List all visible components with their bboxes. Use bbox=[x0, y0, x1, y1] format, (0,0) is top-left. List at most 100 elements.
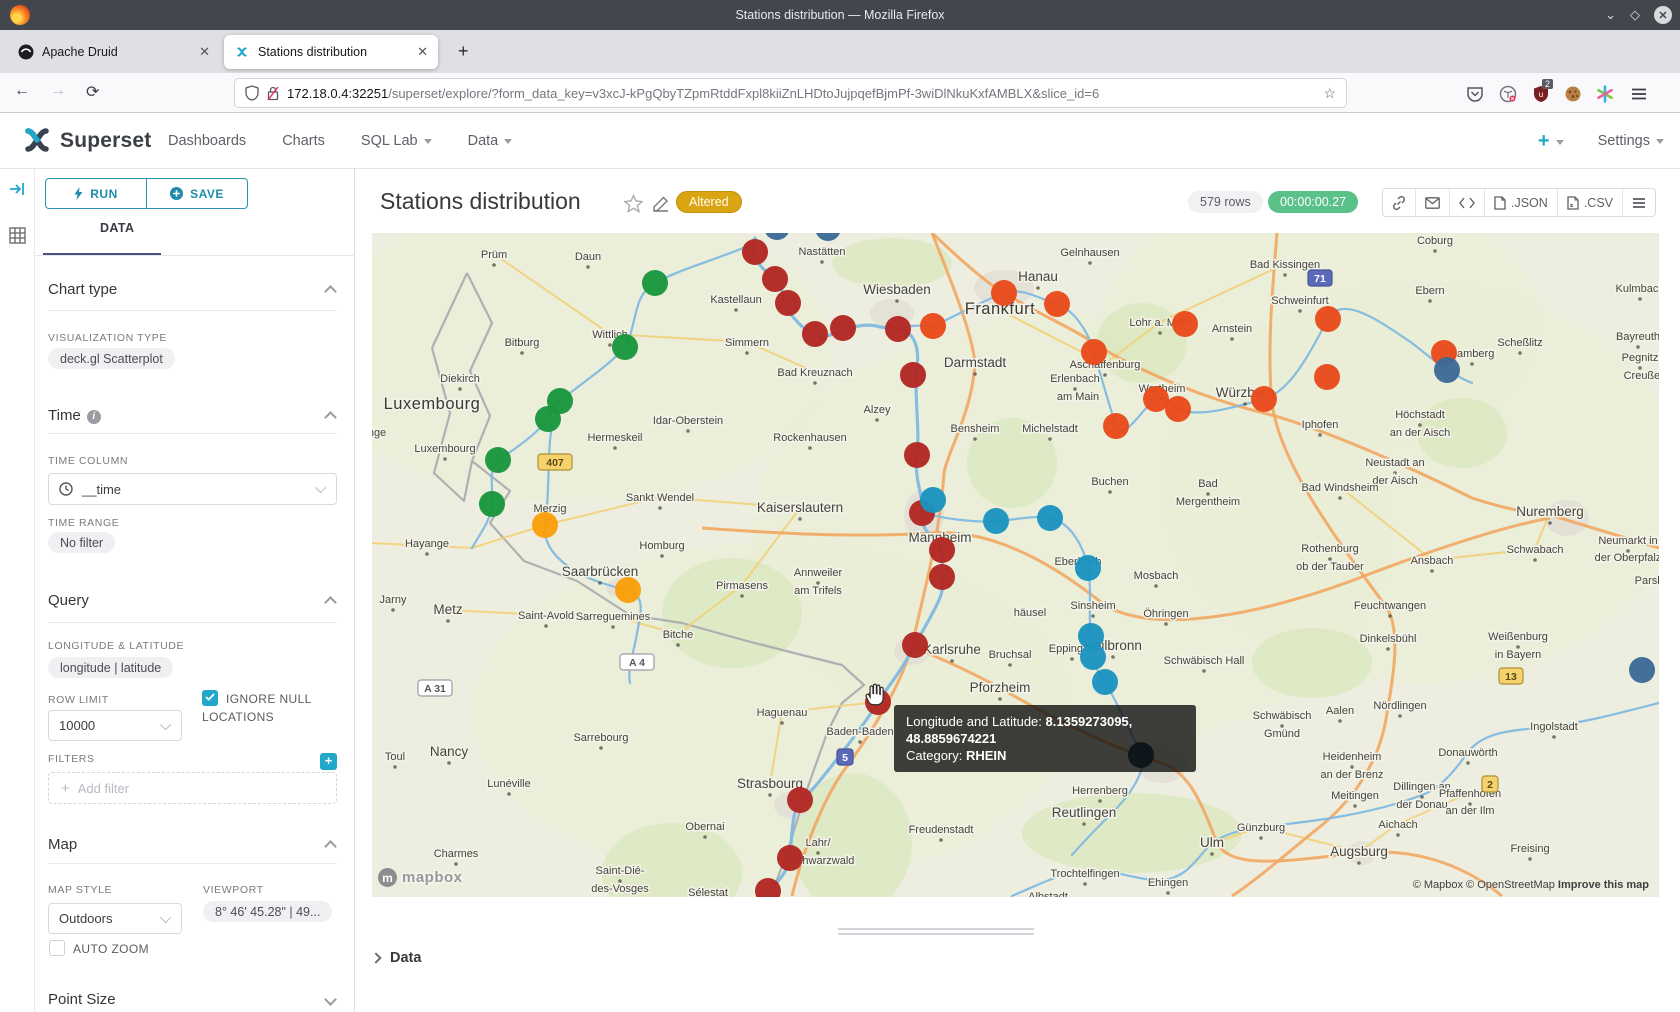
map-city-label: Pegnitz bbox=[1622, 352, 1659, 364]
map-city-label: Sélestat bbox=[688, 887, 728, 897]
cookie-icon[interactable] bbox=[1564, 85, 1582, 103]
auto-zoom-checkbox[interactable] bbox=[49, 940, 65, 956]
map-city-label: Donauwörth bbox=[1438, 747, 1497, 759]
map-point-neckar bbox=[1075, 555, 1101, 581]
viewport-value[interactable]: 8° 46' 45.28" | 49... bbox=[203, 901, 332, 922]
row-limit-select[interactable]: 10000 bbox=[48, 710, 182, 741]
map-point-rhein bbox=[900, 362, 926, 388]
window-minimize-icon[interactable]: ⌄ bbox=[1605, 7, 1616, 23]
tab-data[interactable]: DATA bbox=[100, 221, 134, 235]
section-map[interactable]: Map bbox=[48, 836, 77, 853]
superset-brand[interactable]: Superset bbox=[60, 129, 151, 153]
map-city-label: Bensheim bbox=[951, 423, 1000, 435]
containers-icon[interactable] bbox=[1499, 85, 1517, 103]
collapse-icon[interactable] bbox=[324, 411, 337, 424]
chevron-down-icon bbox=[504, 139, 512, 144]
forward-button[interactable]: → bbox=[50, 82, 66, 100]
favorite-star-icon[interactable] bbox=[624, 194, 643, 213]
window-maximize-icon[interactable]: ◇ bbox=[1630, 7, 1640, 23]
pocket-icon[interactable] bbox=[1466, 85, 1484, 103]
chart-menu-button[interactable] bbox=[1623, 189, 1655, 216]
map-city-label: Saint-Dié- bbox=[596, 865, 645, 877]
add-new-button[interactable]: + bbox=[1538, 130, 1564, 153]
collapse-icon[interactable] bbox=[324, 840, 337, 853]
tab-close-icon[interactable]: ✕ bbox=[403, 44, 428, 60]
map-city-label: Augsburg bbox=[1330, 844, 1388, 859]
mapbox-logo[interactable]: m mapbox bbox=[378, 868, 463, 887]
viz-type-value[interactable]: deck.gl Scatterplot bbox=[48, 348, 175, 369]
map-town-dot bbox=[950, 659, 954, 663]
new-tab-button[interactable]: + bbox=[458, 42, 469, 60]
dataset-grid-icon[interactable] bbox=[9, 227, 26, 244]
section-chart-type[interactable]: Chart type bbox=[48, 281, 117, 298]
map-point-mosel bbox=[535, 406, 561, 432]
nav-item-dashboards[interactable]: Dashboards bbox=[168, 133, 246, 149]
extension-star-icon[interactable] bbox=[1596, 85, 1614, 103]
tab-stations-distribution[interactable]: Stations distribution ✕ bbox=[224, 35, 438, 69]
nav-item-sql-lab[interactable]: SQL Lab bbox=[361, 133, 432, 149]
resize-handle[interactable] bbox=[838, 928, 1034, 938]
add-filter-box[interactable]: + Add filter bbox=[48, 772, 337, 804]
map-town-dot bbox=[1243, 402, 1247, 406]
map-point-rhein bbox=[929, 564, 955, 590]
altered-badge[interactable]: Altered bbox=[676, 191, 742, 213]
map-town-dot bbox=[1091, 614, 1095, 618]
save-button[interactable]: SAVE bbox=[146, 179, 247, 208]
window-title: Stations distribution — Mozilla Firefox bbox=[0, 8, 1680, 22]
collapse-icon[interactable] bbox=[324, 596, 337, 609]
map-point-mosel bbox=[485, 447, 511, 473]
export-toolbar: .JSON .CSV bbox=[1382, 188, 1656, 217]
export-csv-button[interactable]: .CSV bbox=[1558, 189, 1623, 216]
map-style-select[interactable]: Outdoors bbox=[48, 903, 182, 934]
map-city-label: Feuchtwangen bbox=[1354, 600, 1426, 612]
nav-item-data[interactable]: Data bbox=[468, 133, 513, 149]
ublock-icon[interactable]: u 2 bbox=[1532, 85, 1550, 103]
add-filter-plus-button[interactable]: + bbox=[320, 753, 337, 770]
map-point-donau bbox=[815, 233, 841, 241]
tab-close-icon[interactable]: ✕ bbox=[185, 44, 210, 60]
section-query[interactable]: Query bbox=[48, 592, 89, 609]
back-button[interactable]: ← bbox=[14, 82, 30, 100]
map-town-dot bbox=[599, 746, 603, 750]
copy-link-button[interactable] bbox=[1383, 189, 1416, 216]
map-town-dot bbox=[446, 619, 450, 623]
map-city-label: Parsberg bbox=[1635, 575, 1659, 587]
nav-item-charts[interactable]: Charts bbox=[282, 133, 325, 149]
section-time[interactable]: Timei bbox=[48, 407, 101, 424]
clock-icon bbox=[59, 482, 73, 496]
export-json-button[interactable]: .JSON bbox=[1485, 189, 1558, 216]
map-town-dot bbox=[1088, 261, 1092, 265]
tracking-shield-icon[interactable] bbox=[245, 85, 259, 101]
embed-code-button[interactable] bbox=[1450, 189, 1485, 216]
edit-pencil-icon[interactable] bbox=[653, 196, 669, 212]
map-attribution[interactable]: © Mapbox © OpenStreetMap Improve this ma… bbox=[1413, 879, 1649, 891]
lonlat-value[interactable]: longitude | latitude bbox=[48, 657, 173, 678]
envelope-icon bbox=[1425, 197, 1440, 209]
map-canvas[interactable]: PrümDaunNastättenKastellaunWiesbadenGeln… bbox=[372, 233, 1659, 897]
map-town-dot bbox=[660, 554, 664, 558]
expand-icon[interactable] bbox=[324, 993, 337, 1006]
insecure-lock-icon[interactable] bbox=[267, 86, 279, 101]
map-city-label: Haguenau bbox=[757, 707, 808, 719]
settings-menu[interactable]: Settings bbox=[1598, 133, 1664, 149]
url-bar[interactable]: 172.18.0.4:32251/superset/explore/?form_… bbox=[234, 78, 1347, 108]
reload-button[interactable]: ⟳ bbox=[86, 82, 99, 102]
run-button[interactable]: RUN bbox=[46, 179, 146, 208]
map-town-dot bbox=[1548, 521, 1552, 525]
tab-apache-druid[interactable]: Apache Druid ✕ bbox=[8, 35, 220, 69]
map-city-label: Baden-Baden bbox=[826, 726, 893, 738]
time-column-select[interactable]: __time bbox=[48, 473, 337, 505]
superset-navbar: Superset Dashboards Charts SQL Lab Data … bbox=[0, 113, 1680, 169]
plus-circle-icon bbox=[170, 187, 183, 200]
collapse-icon[interactable] bbox=[324, 285, 337, 298]
window-close-icon[interactable]: ✕ bbox=[1654, 6, 1672, 24]
ignore-null-checkbox[interactable] bbox=[202, 690, 218, 706]
section-point-size[interactable]: Point Size bbox=[48, 991, 116, 1008]
time-range-value[interactable]: No filter bbox=[48, 532, 115, 553]
email-button[interactable] bbox=[1416, 189, 1450, 216]
map-town-dot bbox=[858, 740, 862, 744]
data-results-collapse[interactable]: Data bbox=[372, 950, 421, 966]
expand-panel-icon[interactable] bbox=[9, 181, 25, 197]
bookmark-star-icon[interactable]: ☆ bbox=[1323, 85, 1336, 102]
menu-icon[interactable] bbox=[1630, 85, 1648, 103]
